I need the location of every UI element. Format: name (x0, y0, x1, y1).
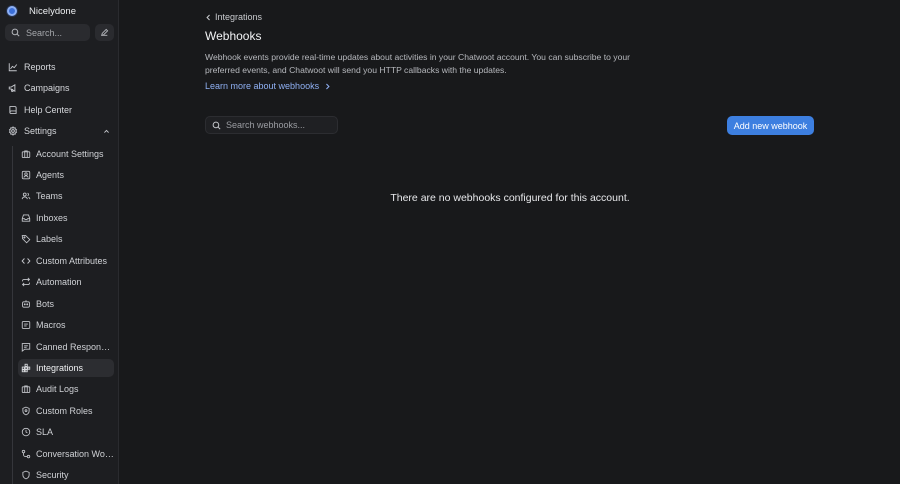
sidebar-item-label: Reports (24, 62, 56, 72)
settings-item-label: Teams (36, 191, 63, 201)
settings-item-bots[interactable]: Bots (18, 295, 114, 313)
settings-item-label: Agents (36, 170, 65, 180)
sidebar-search-placeholder: Search... (26, 27, 63, 38)
settings-item-teams[interactable]: Teams (18, 187, 114, 205)
settings-item-custom-attributes[interactable]: Custom Attributes (18, 252, 114, 270)
account-switcher[interactable]: Nicelydone (7, 4, 76, 18)
megaphone-icon (8, 84, 16, 92)
log-icon (21, 385, 31, 393)
webhook-search-input[interactable]: Search webhooks... (205, 116, 338, 134)
sidebar-item-settings[interactable]: Settings (5, 122, 114, 140)
page-description: Webhook events provide real-time updates… (205, 52, 630, 75)
settings-item-label: Security (36, 470, 69, 480)
shield-icon (22, 406, 30, 416)
settings-item-sla[interactable]: SLA (18, 423, 114, 441)
settings-item-label: SLA (36, 427, 54, 437)
account-logo-icon (7, 6, 17, 16)
search-icon (11, 28, 20, 37)
clock-icon (21, 427, 31, 437)
briefcase-icon (21, 150, 31, 158)
sidebar-item-label: Help Center (24, 105, 73, 115)
settings-item-label: Integrations (36, 363, 84, 373)
settings-item-agents[interactable]: Agents (18, 166, 114, 184)
search-icon (212, 121, 221, 130)
bot-icon (22, 300, 30, 308)
page-title: Webhooks (205, 29, 262, 43)
settings-item-audit-logs[interactable]: Audit Logs (18, 380, 114, 398)
tag-icon (21, 235, 31, 244)
main-content: Integrations Webhooks Webhook events pro… (120, 0, 900, 484)
gear-icon (8, 126, 18, 136)
settings-item-label: Audit Logs (36, 384, 79, 394)
code-icon (21, 258, 31, 264)
book-icon (9, 106, 17, 114)
account-name: Nicelydone (29, 5, 76, 17)
settings-item-label: Custom Attributes (36, 256, 108, 266)
sidebar-search-input[interactable]: Search... (5, 24, 90, 41)
team-icon (21, 192, 31, 200)
integration-icon (21, 363, 31, 373)
settings-item-label: Account Settings (36, 149, 104, 159)
add-webhook-button[interactable]: Add new webhook (727, 116, 814, 135)
message-icon (21, 343, 31, 352)
settings-item-label: Automation (36, 277, 82, 287)
chevron-up-icon (104, 129, 109, 133)
sidebar: Nicelydone Search... Reports Campaigns H… (0, 0, 119, 484)
chevron-left-icon (206, 14, 210, 20)
settings-item-automation[interactable]: Automation (18, 273, 114, 291)
settings-item-inboxes[interactable]: Inboxes (18, 209, 114, 227)
sidebar-item-reports[interactable]: Reports (5, 58, 114, 76)
sidebar-item-label: Campaigns (24, 83, 70, 93)
settings-item-label: Inboxes (36, 213, 68, 223)
learn-more-label: Learn more about webhooks (205, 81, 320, 91)
empty-state-message: There are no webhooks configured for thi… (390, 192, 630, 204)
settings-item-label: Labels (36, 234, 63, 244)
agent-icon (21, 170, 31, 180)
settings-item-label: Canned Responses (36, 342, 114, 352)
pencil-icon (101, 28, 109, 36)
chevron-right-icon (326, 83, 330, 89)
settings-item-label: Macros (36, 320, 66, 330)
repeat-icon (21, 277, 31, 287)
settings-item-custom-roles[interactable]: Custom Roles (18, 402, 114, 420)
sidebar-item-campaigns[interactable]: Campaigns (5, 79, 114, 97)
settings-item-macros[interactable]: Macros (18, 316, 114, 334)
inbox-icon (21, 214, 31, 222)
macro-icon (21, 321, 31, 329)
settings-item-integrations[interactable]: Integrations (18, 359, 114, 377)
learn-more-link[interactable]: Learn more about webhooks (205, 81, 331, 91)
sidebar-item-help-center[interactable]: Help Center (5, 101, 114, 119)
compose-button[interactable] (95, 24, 114, 41)
webhook-search-placeholder: Search webhooks... (226, 120, 306, 130)
workflow-icon (21, 449, 31, 459)
chart-line-icon (8, 63, 18, 72)
breadcrumb-label: Integrations (215, 12, 263, 22)
lock-icon (22, 470, 30, 480)
settings-item-security[interactable]: Security (18, 466, 114, 484)
settings-item-conversation-workflows[interactable]: Conversation Workflows (18, 445, 114, 463)
settings-item-label: Custom Roles (36, 406, 93, 416)
settings-item-label: Bots (36, 299, 55, 309)
settings-item-labels[interactable]: Labels (18, 230, 114, 248)
settings-item-account-settings[interactable]: Account Settings (18, 145, 114, 163)
settings-item-canned-responses[interactable]: Canned Responses (18, 338, 114, 356)
sidebar-item-label: Settings (24, 126, 57, 136)
breadcrumb-back-link[interactable]: Integrations (205, 12, 262, 22)
settings-item-label: Conversation Workflows (36, 449, 114, 459)
settings-subnav-line (12, 146, 13, 484)
